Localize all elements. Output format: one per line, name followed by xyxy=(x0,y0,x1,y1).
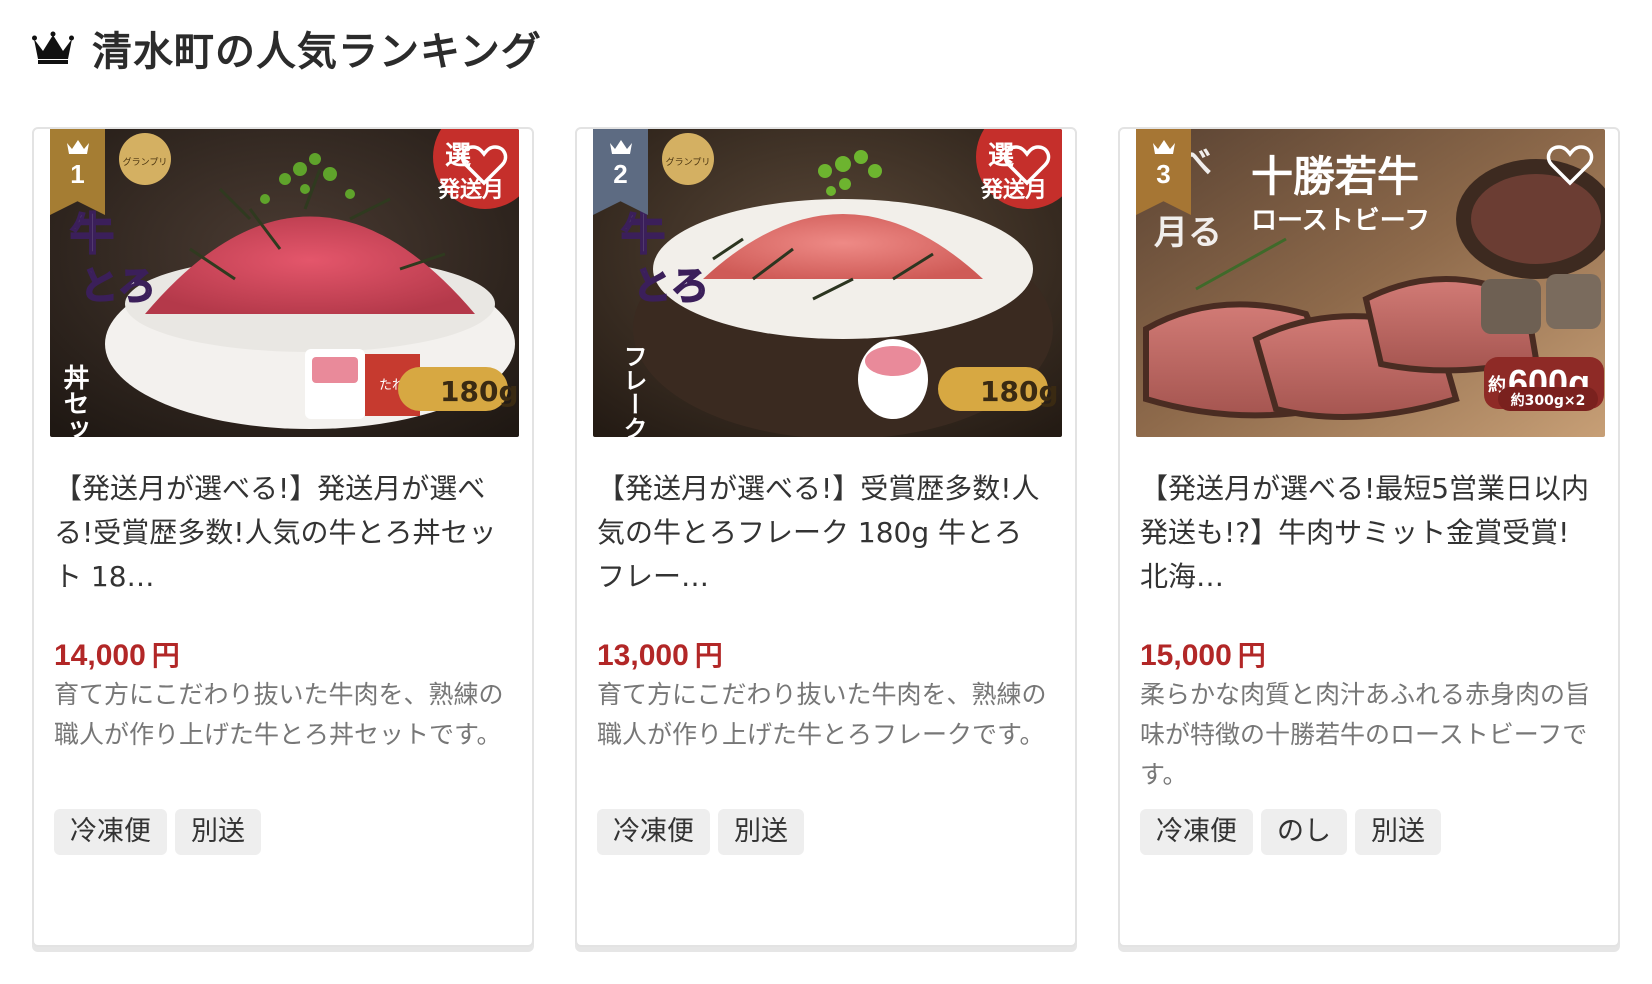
product-card-2[interactable]: 180g 牛 とろ フレーク 選 発送月 グランプリ 2 【発送月が選べる!】受… xyxy=(575,127,1077,947)
svg-text:牛: 牛 xyxy=(70,209,114,260)
ranking-header: 清水町の人気ランキング xyxy=(32,18,542,78)
rank-number: 1 xyxy=(70,159,85,189)
price-unit: 円 xyxy=(694,639,723,672)
product-title[interactable]: 【発送月が選べる!最短5営業日以内発送も!?】牛肉サミット金賞受賞!北海… xyxy=(1140,467,1590,599)
tag-list: 冷凍便 のし 別送 xyxy=(1140,809,1441,855)
product-price: 14,000 円 xyxy=(54,634,180,674)
svg-text:ローストビーフ: ローストビーフ xyxy=(1251,206,1430,236)
product-description: 育て方にこだわり抜いた牛肉を、熟練の職人が作り上げた牛とろ丼セットです。 xyxy=(54,680,504,749)
tag-list: 冷凍便 別送 xyxy=(597,809,804,855)
tag-separate-shipping: 別送 xyxy=(175,809,261,855)
product-title[interactable]: 【発送月が選べる!】受賞歴多数!人気の牛とろフレーク 180g 牛とろフレー… xyxy=(597,467,1047,599)
heart-icon xyxy=(460,144,508,185)
price-value: 13,000 xyxy=(597,639,689,672)
product-image-1[interactable]: たれ 180g 牛 とろ 丼セット 選 発送月 グランプリ xyxy=(50,129,519,437)
product-price: 13,000 円 xyxy=(597,634,723,674)
tag-separate-shipping: 別送 xyxy=(1355,809,1441,855)
product-image-2[interactable]: 180g 牛 とろ フレーク 選 発送月 グランプリ xyxy=(593,129,1062,437)
tag-noshi: のし xyxy=(1261,809,1347,855)
svg-text:フレーク: フレーク xyxy=(619,344,647,437)
crown-icon xyxy=(1152,140,1175,154)
crown-icon xyxy=(609,140,632,154)
price-unit: 円 xyxy=(151,639,180,672)
svg-text:グランプリ: グランプリ xyxy=(123,156,168,168)
svg-text:月る: 月る xyxy=(1154,213,1222,253)
crown-icon xyxy=(66,140,89,154)
svg-text:とろ: とろ xyxy=(633,264,709,308)
tag-frozen: 冷凍便 xyxy=(1140,809,1253,855)
tag-frozen: 冷凍便 xyxy=(597,809,710,855)
product-description: 柔らかな肉質と肉汁あふれる赤身肉の旨味が特徴の十勝若牛のローストビーフです。 xyxy=(1140,680,1591,789)
svg-text:十勝若牛: 十勝若牛 xyxy=(1251,152,1419,201)
price-value: 14,000 xyxy=(54,639,146,672)
tag-frozen: 冷凍便 xyxy=(54,809,167,855)
favorite-button[interactable] xyxy=(999,141,1055,191)
svg-text:180g: 180g xyxy=(440,375,519,408)
svg-text:とろ: とろ xyxy=(80,264,156,308)
favorite-button[interactable] xyxy=(1542,141,1598,191)
heart-icon xyxy=(1003,144,1051,185)
svg-text:約300g×2: 約300g×2 xyxy=(1511,392,1586,409)
svg-text:グランプリ: グランプリ xyxy=(666,156,711,168)
product-image-3[interactable]: 十勝若牛 ローストビーフ 選べ 月る 約 600g 約300g×2 xyxy=(1136,129,1605,437)
heart-icon xyxy=(1546,144,1594,185)
svg-text:牛: 牛 xyxy=(621,209,665,260)
svg-text:丼セット: 丼セット xyxy=(59,364,89,437)
tag-separate-shipping: 別送 xyxy=(718,809,804,855)
svg-text:180g: 180g xyxy=(980,375,1059,408)
favorite-button[interactable] xyxy=(456,141,512,191)
price-unit: 円 xyxy=(1237,639,1266,672)
product-title[interactable]: 【発送月が選べる!】発送月が選べる!受賞歴多数!人気の牛とろ丼セット 18… xyxy=(54,467,504,599)
section-title: 清水町の人気ランキング xyxy=(92,29,542,75)
product-price: 15,000 円 xyxy=(1140,634,1266,674)
crown-icon xyxy=(32,31,74,64)
ranking-list: たれ 180g 牛 とろ 丼セット 選 発送月 グランプリ 1 【発送月が選べる… xyxy=(32,127,1620,947)
product-card-3[interactable]: 十勝若牛 ローストビーフ 選べ 月る 約 600g 約300g×2 3 【発送月… xyxy=(1118,127,1620,947)
rank-number: 3 xyxy=(1156,159,1171,189)
rank-number: 2 xyxy=(613,159,628,189)
tag-list: 冷凍便 別送 xyxy=(54,809,261,855)
product-description: 育て方にこだわり抜いた牛肉を、熟練の職人が作り上げた牛とろフレークです。 xyxy=(597,680,1047,749)
product-card-1[interactable]: たれ 180g 牛 とろ 丼セット 選 発送月 グランプリ 1 【発送月が選べる… xyxy=(32,127,534,947)
price-value: 15,000 xyxy=(1140,639,1232,672)
